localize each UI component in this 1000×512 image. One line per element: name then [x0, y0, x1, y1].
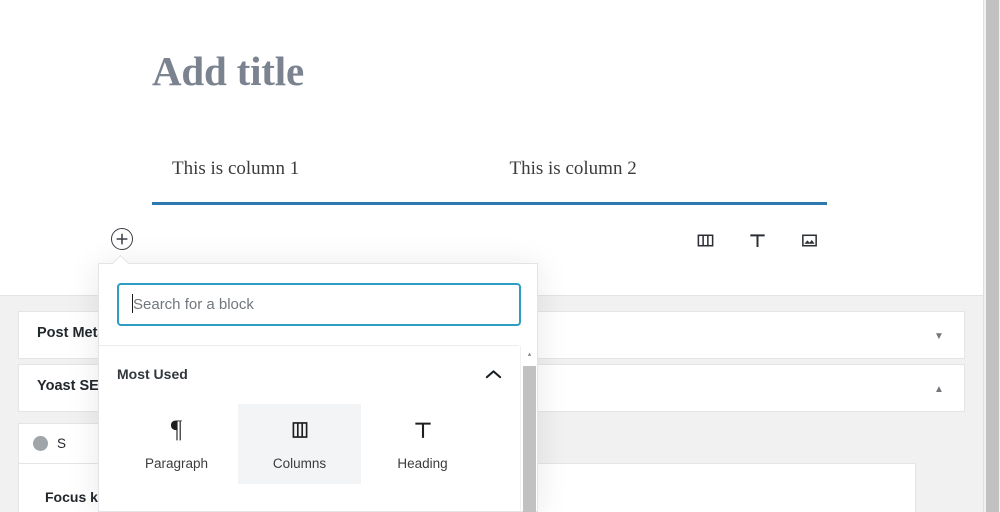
block-item-heading[interactable]: Heading	[361, 404, 484, 484]
block-item-heading-label: Heading	[397, 455, 448, 471]
heading-icon	[412, 418, 434, 442]
yoast-focus-keyphrase-label: Focus k	[45, 489, 98, 505]
columns-block-selected-underline	[152, 202, 827, 205]
search-text-caret	[132, 294, 133, 313]
post-title-field[interactable]: Add title	[152, 48, 832, 95]
block-type-toolbar	[690, 225, 824, 255]
wordpress-block-editor-screen: Add title This is column 1 This is colum…	[0, 0, 1000, 512]
columns-icon[interactable]	[690, 225, 720, 255]
chevron-up-icon[interactable]	[485, 369, 502, 380]
scrollbar-up-arrow-icon[interactable]: ▴	[521, 346, 538, 362]
paragraph-icon: ¶	[170, 416, 183, 443]
block-item-columns-label: Columns	[272, 455, 327, 471]
block-inserter-popover: Most Used ¶ Paragraph	[98, 263, 538, 512]
panel-most-used-header[interactable]: Most Used	[117, 360, 502, 388]
column-2-text[interactable]: This is column 2	[490, 150, 828, 205]
metabox-yoast-seo-toggle-icon[interactable]: ▲	[930, 380, 948, 398]
yoast-tab-label: S	[57, 436, 67, 451]
popover-arrow	[112, 255, 130, 264]
columns-icon	[289, 418, 311, 442]
inserter-scrollbar[interactable]: ▴	[520, 346, 538, 512]
column-1-text[interactable]: This is column 1	[152, 150, 490, 205]
add-block-inserter-button[interactable]	[111, 228, 133, 250]
metabox-post-meta-title: Post Meta	[37, 325, 106, 341]
editor-canvas: Add title This is column 1 This is colum…	[0, 0, 983, 296]
block-type-grid: ¶ Paragraph Columns Heading	[115, 404, 505, 484]
browser-scrollbar[interactable]	[983, 0, 1000, 512]
scrollbar-thumb[interactable]	[523, 366, 536, 512]
image-icon[interactable]	[794, 225, 824, 255]
metabox-post-meta-toggle-icon[interactable]: ▼	[930, 327, 948, 345]
yoast-score-bullet-icon	[33, 436, 48, 451]
block-item-columns[interactable]: Columns	[238, 404, 361, 484]
block-item-paragraph[interactable]: ¶ Paragraph	[115, 404, 238, 484]
inserter-divider	[99, 345, 519, 346]
block-item-paragraph-label: Paragraph	[144, 455, 209, 471]
columns-block[interactable]: This is column 1 This is column 2	[152, 150, 827, 205]
heading-icon[interactable]	[742, 225, 772, 255]
panel-most-used-label: Most Used	[117, 366, 188, 382]
block-search-input[interactable]	[117, 283, 521, 326]
browser-scrollbar-thumb[interactable]	[986, 0, 999, 512]
